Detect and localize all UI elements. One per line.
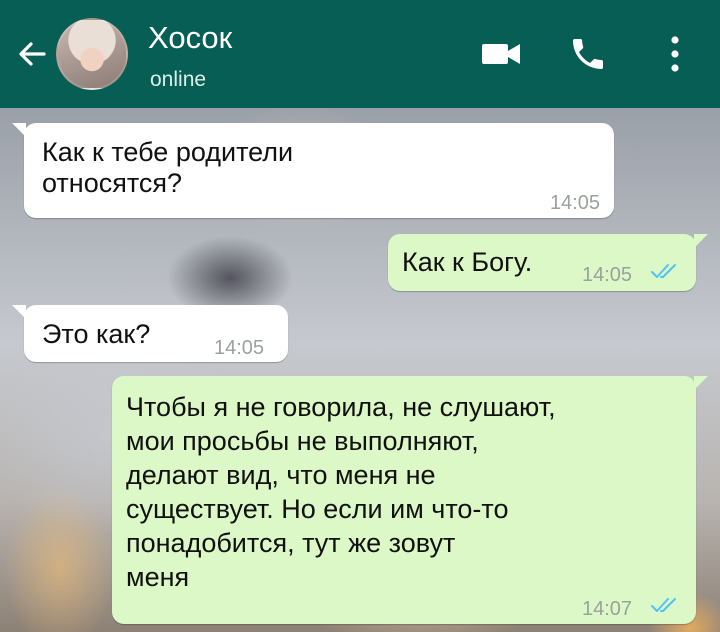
- message-text-line: относятся?: [42, 168, 183, 198]
- message-timestamp: 14:05: [214, 337, 265, 359]
- message-text-line: Как к Богу.: [402, 247, 533, 277]
- contact-status: online: [150, 68, 207, 91]
- message-bubble-outgoing[interactable]: Как к Богу. 14:05: [388, 234, 708, 291]
- message-text-line: существует. Но если им что-то: [126, 494, 509, 524]
- contact-name[interactable]: Хосок: [148, 20, 232, 56]
- message-timestamp: 14:05: [582, 264, 633, 286]
- contact-avatar[interactable]: [56, 18, 128, 90]
- bubble-tail: [694, 234, 708, 248]
- more-vertical-icon[interactable]: [666, 34, 684, 74]
- message-text-line: Это как?: [42, 319, 151, 349]
- message-text-line: мои просьбы не выполняют,: [126, 426, 479, 456]
- message-bubble-incoming[interactable]: Это как? 14:05: [12, 305, 288, 362]
- double-check-icon: [651, 264, 676, 278]
- bubble-tail: [12, 123, 26, 137]
- video-camera-icon[interactable]: [480, 38, 522, 70]
- bubble-tail: [12, 305, 26, 319]
- double-check-icon: [651, 598, 676, 612]
- bubble-tail: [694, 376, 708, 390]
- message-text-line: делают вид, что меня не: [126, 460, 436, 490]
- chat-header: Хосок online: [0, 0, 720, 108]
- message-bubble-incoming[interactable]: Как к тебе родители относятся? 14:05: [12, 123, 614, 218]
- message-text-line: Как к тебе родители: [42, 137, 294, 167]
- message-timestamp: 14:05: [549, 192, 600, 214]
- message-bubble-outgoing[interactable]: Чтобы я не говорила, не слушают, мои про…: [112, 376, 708, 624]
- message-text-line: понадобится, тут же зовут: [126, 528, 456, 558]
- message-timestamp: 14:07: [582, 598, 633, 620]
- phone-icon[interactable]: [568, 34, 608, 74]
- message-text-line: Чтобы я не говорила, не слушают,: [126, 392, 556, 422]
- arrow-left-icon[interactable]: [14, 36, 50, 72]
- message-text-line: меня: [126, 562, 190, 592]
